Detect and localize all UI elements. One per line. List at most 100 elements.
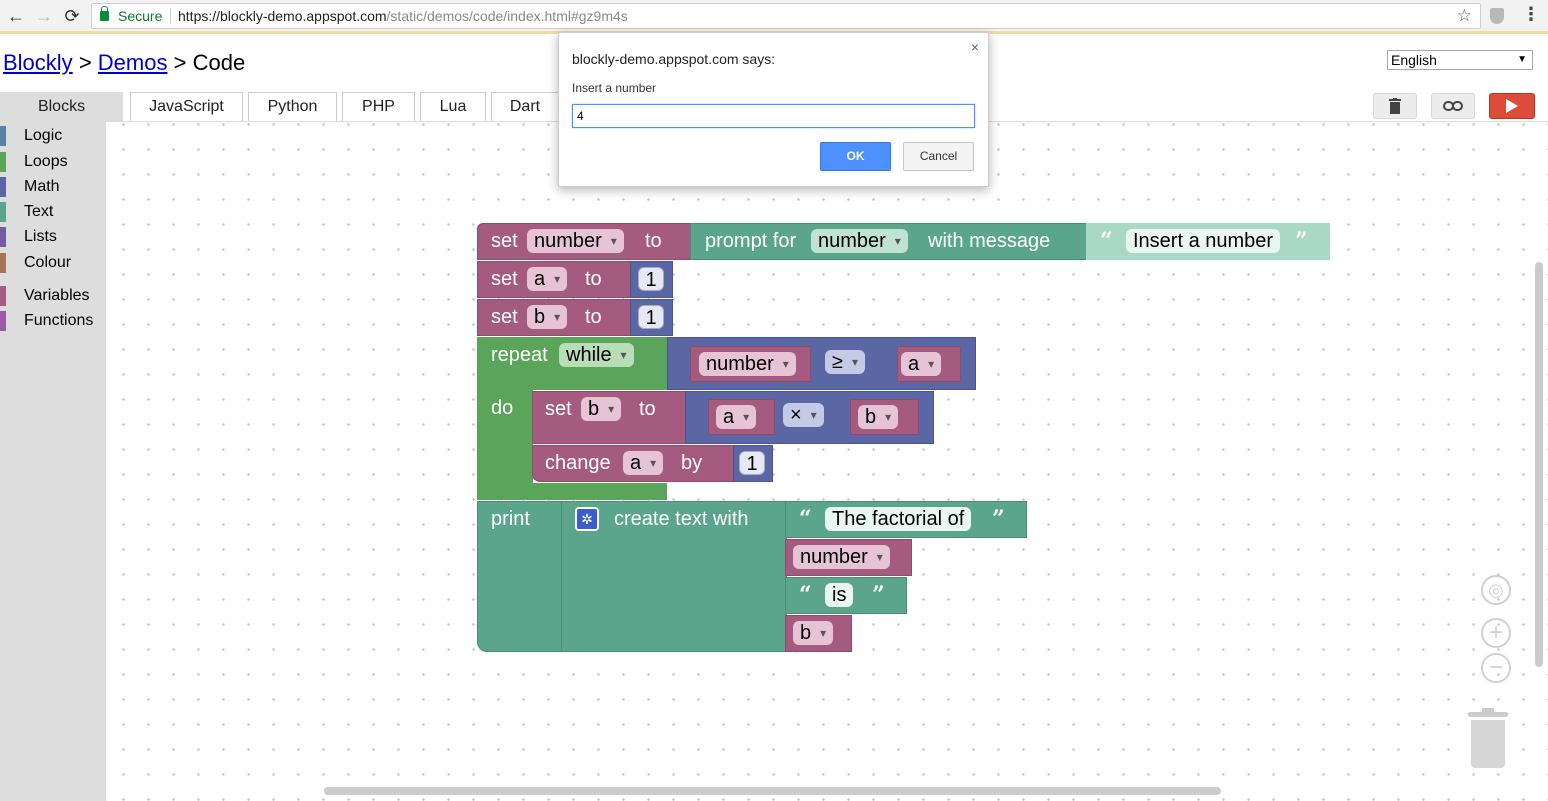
chevron-down-icon: ▼ — [1517, 54, 1527, 65]
vertical-scrollbar[interactable] — [1535, 262, 1543, 667]
category-label: Lists — [24, 228, 57, 245]
variable-dropdown-number[interactable]: number — [527, 229, 624, 253]
divider — [170, 8, 171, 24]
toolbox-category-math[interactable]: Math — [0, 176, 106, 198]
variable-dropdown-a[interactable]: a — [623, 451, 664, 475]
breadcrumb-current: Code — [192, 50, 246, 75]
variable-dropdown-b[interactable]: b — [527, 305, 568, 329]
block-label: by — [681, 452, 703, 474]
horizontal-scrollbar[interactable] — [324, 787, 1221, 795]
number-field[interactable]: 1 — [638, 267, 664, 291]
block-label: change — [545, 452, 611, 474]
toolbox-category-loops[interactable]: Loops — [0, 151, 106, 173]
prompt-type-dropdown[interactable]: number — [811, 229, 908, 253]
block-label: print — [491, 508, 530, 530]
variable-dropdown-a[interactable]: a — [901, 352, 942, 376]
open-quote-icon: “ — [799, 582, 812, 608]
number-field[interactable]: 1 — [739, 451, 765, 475]
category-color-bar — [0, 126, 6, 146]
block-label: set — [491, 306, 518, 328]
url-host: https://blockly-demo.appspot.com — [178, 8, 387, 24]
open-quote-icon: “ — [799, 506, 812, 532]
tab-blocks[interactable]: Blocks — [0, 92, 123, 121]
category-label: Colour — [24, 254, 72, 271]
number-field[interactable]: 1 — [638, 305, 664, 329]
breadcrumb-blockly-link[interactable]: Blockly — [3, 50, 73, 75]
language-selected: English — [1391, 52, 1437, 68]
ok-button[interactable]: OK — [820, 142, 891, 171]
forward-icon[interactable]: → — [32, 4, 56, 28]
toolbox-category-text[interactable]: Text — [0, 201, 106, 223]
reload-icon[interactable]: ⟳ — [60, 4, 84, 28]
trash-button[interactable] — [1373, 93, 1417, 119]
repeat-mode-dropdown[interactable]: while — [559, 343, 634, 367]
cancel-button[interactable]: Cancel — [903, 142, 974, 171]
compare-operator-dropdown[interactable]: ≥ — [825, 350, 865, 374]
toolbox-category-lists[interactable]: Lists — [0, 226, 106, 248]
recenter-target-icon[interactable]: ◎ — [1481, 575, 1511, 605]
address-bar[interactable]: Secure https://blockly-demo.appspot.com/… — [91, 3, 1481, 29]
toolbox-category-logic[interactable]: Logic — [0, 125, 106, 147]
breadcrumb-demos-link[interactable]: Demos — [98, 50, 168, 75]
variable-dropdown-b[interactable]: b — [581, 397, 622, 421]
tab-python[interactable]: Python — [248, 92, 337, 121]
browser-toolbar: ← → ⟳ Secure https://blockly-demo.appspo… — [0, 0, 1548, 34]
block-label: to — [585, 306, 602, 328]
page-title: Blockly > Demos > Code — [3, 50, 245, 76]
block-label: set — [491, 230, 518, 252]
close-quote-icon: ” — [992, 506, 1005, 532]
run-button[interactable] — [1489, 93, 1535, 119]
dialog-input[interactable]: 4 — [572, 104, 975, 128]
toolbox-category-variables[interactable]: Variables — [0, 285, 106, 307]
variable-dropdown-a[interactable]: a — [716, 405, 757, 429]
text-field-insert-number[interactable]: Insert a number — [1126, 229, 1281, 253]
breadcrumb-separator: > — [78, 50, 92, 75]
close-icon[interactable]: × — [971, 39, 979, 55]
trash-lid — [1468, 708, 1508, 717]
variable-dropdown-number[interactable]: number — [699, 352, 796, 376]
category-color-bar — [0, 202, 6, 222]
tab-javascript[interactable]: JavaScript — [130, 92, 243, 121]
lock-icon — [100, 6, 109, 21]
toolbox-category-colour[interactable]: Colour — [0, 252, 106, 274]
block-label: with message — [928, 230, 1051, 252]
toolbox: Logic Loops Math Text Lists Colour Varia… — [0, 122, 106, 801]
category-color-bar — [0, 286, 6, 306]
url-text[interactable]: https://blockly-demo.appspot.com/static/… — [178, 4, 628, 28]
category-label: Variables — [24, 287, 90, 304]
gear-icon[interactable]: ✲ — [575, 507, 599, 531]
tab-php[interactable]: PHP — [342, 92, 415, 121]
variable-dropdown-b[interactable]: b — [858, 405, 899, 429]
back-icon[interactable]: ← — [4, 4, 28, 28]
link-button[interactable] — [1431, 93, 1475, 119]
dialog-title: blockly-demo.appspot.com says: — [572, 51, 776, 67]
close-quote-icon: ” — [1295, 228, 1308, 254]
text-field-is[interactable]: is — [825, 583, 854, 607]
close-quote-icon: ” — [872, 582, 885, 608]
toolbox-category-functions[interactable]: Functions — [0, 310, 106, 332]
category-color-bar — [0, 253, 6, 273]
extension-shield-icon[interactable] — [1490, 8, 1504, 24]
variable-dropdown-b[interactable]: b — [793, 621, 834, 645]
play-icon — [1506, 99, 1518, 113]
tab-dart[interactable]: Dart — [491, 92, 559, 121]
category-color-bar — [0, 227, 6, 247]
variable-dropdown-a[interactable]: a — [527, 267, 568, 291]
variable-dropdown-number[interactable]: number — [793, 545, 890, 569]
category-label: Logic — [24, 127, 63, 144]
text-field-factorial[interactable]: The factorial of — [825, 507, 972, 531]
block-label: create text with — [614, 508, 749, 530]
block-label: do — [491, 397, 514, 419]
block-label: set — [491, 268, 518, 290]
zoom-in-icon[interactable]: + — [1481, 618, 1511, 648]
zoom-out-icon[interactable]: − — [1481, 653, 1511, 683]
browser-menu-icon[interactable]: ⋮ — [1522, 4, 1540, 25]
tab-lua[interactable]: Lua — [420, 92, 486, 121]
language-select[interactable]: English ▼ — [1387, 50, 1533, 70]
workspace-trash-icon[interactable] — [1468, 708, 1508, 768]
arithmetic-operator-dropdown[interactable]: × — [783, 403, 824, 427]
bookmark-star-icon[interactable]: ☆ — [1457, 4, 1472, 28]
dialog-message: Insert a number — [572, 81, 657, 95]
open-quote-icon: “ — [1100, 228, 1113, 254]
link-icon — [1443, 101, 1463, 111]
